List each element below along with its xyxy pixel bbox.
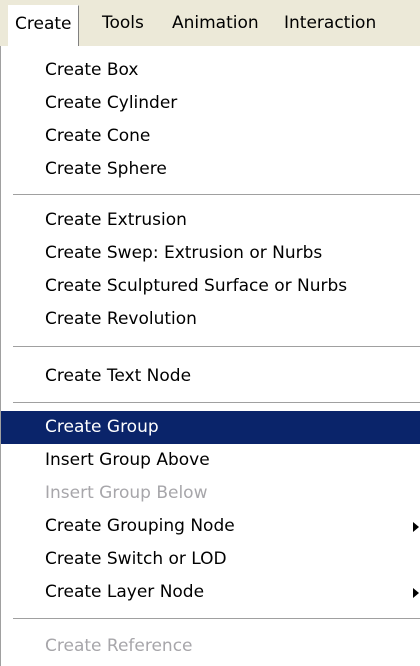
menu-separator xyxy=(13,618,420,620)
menu-item-label: Create Switch or LOD xyxy=(45,549,227,569)
menu-interaction[interactable]: Interaction xyxy=(278,5,382,41)
menu-item-create-group[interactable]: Create Group xyxy=(1,411,420,444)
menu-separator xyxy=(13,402,420,404)
menu-item-label: Create Cylinder xyxy=(45,93,178,113)
menu-item-create-layer-node[interactable]: Create Layer Node xyxy=(1,576,420,609)
menu-item-create-text-node[interactable]: Create Text Node xyxy=(1,360,420,393)
menu-item-create-reference: Create Reference xyxy=(1,630,420,663)
menu-item-label: Create Layer Node xyxy=(45,582,205,602)
menu-item-label: Create Cone xyxy=(45,126,151,146)
submenu-arrow-icon xyxy=(413,588,419,598)
menu-item-label: Create Sphere xyxy=(45,159,167,179)
menu-item-create-grouping-node[interactable]: Create Grouping Node xyxy=(1,510,420,543)
menu-create[interactable]: Create xyxy=(8,5,79,46)
menu-tools[interactable]: Tools xyxy=(96,5,150,41)
menu-item-label: Create Grouping Node xyxy=(45,516,235,536)
menu-item-label: Create Reference xyxy=(45,636,193,656)
create-menu-dropdown: Create Box Create Cylinder Create Cone C… xyxy=(0,46,420,666)
menu-item-create-switch-or-lod[interactable]: Create Switch or LOD xyxy=(1,543,420,576)
menu-item-label: Insert Group Below xyxy=(45,483,208,503)
menu-item-create-revolution[interactable]: Create Revolution xyxy=(1,303,420,336)
menu-item-label: Create Sculptured Surface or Nurbs xyxy=(45,276,348,296)
menu-item-create-sphere[interactable]: Create Sphere xyxy=(1,153,420,186)
submenu-arrow-icon xyxy=(413,522,419,532)
menu-separator xyxy=(13,194,420,196)
menu-item-create-swep-extrusion[interactable]: Create Swep: Extrusion or Nurbs xyxy=(1,237,420,270)
menu-item-create-cone[interactable]: Create Cone xyxy=(1,120,420,153)
menu-item-label: Create Revolution xyxy=(45,309,197,329)
menu-item-label: Create Swep: Extrusion or Nurbs xyxy=(45,243,323,263)
menu-bar: Create Tools Animation Interaction xyxy=(0,0,420,46)
menu-item-label: Insert Group Above xyxy=(45,450,210,470)
menu-animation[interactable]: Animation xyxy=(166,5,265,41)
menu-item-label: Create Group xyxy=(45,417,159,437)
menu-item-create-sculptured-surface[interactable]: Create Sculptured Surface or Nurbs xyxy=(1,270,420,303)
menu-item-label: Create Extrusion xyxy=(45,210,187,230)
menu-item-create-box[interactable]: Create Box xyxy=(1,54,420,87)
menu-item-insert-group-below: Insert Group Below xyxy=(1,477,420,510)
menu-item-create-extrusion[interactable]: Create Extrusion xyxy=(1,204,420,237)
menu-item-create-cylinder[interactable]: Create Cylinder xyxy=(1,87,420,120)
menu-item-label: Create Box xyxy=(45,60,139,80)
menu-item-label: Create Text Node xyxy=(45,366,192,386)
menu-item-insert-group-above[interactable]: Insert Group Above xyxy=(1,444,420,477)
menu-separator xyxy=(13,346,420,348)
